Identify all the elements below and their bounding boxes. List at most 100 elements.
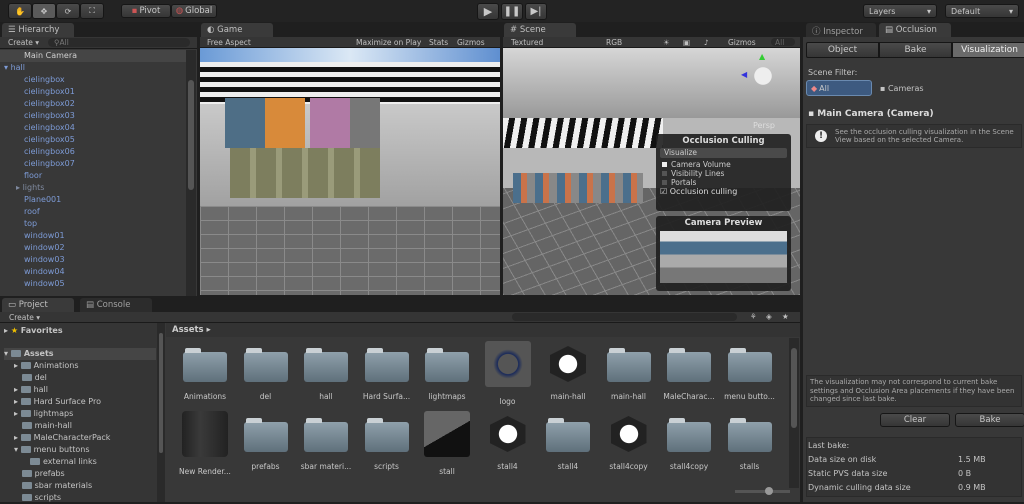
tab-occlusion[interactable]: ▤ Occlusion — [879, 23, 951, 37]
scene-viewport[interactable]: ▲ ◀ Persp Occlusion Culling Visualize Cam… — [503, 48, 800, 295]
hierarchy-item[interactable]: window04 — [0, 266, 186, 278]
bake-button[interactable]: Bake — [955, 413, 1024, 427]
hierarchy-item[interactable]: cielingbox04 — [0, 122, 186, 134]
tab-inspector[interactable]: ⓘ Inspector — [806, 23, 876, 37]
hand-tool-button[interactable]: ✋ — [8, 3, 32, 19]
layers-dropdown[interactable]: Layers ▾ — [863, 4, 937, 18]
project-tree-item[interactable]: ▸ lightmaps — [14, 408, 73, 420]
hierarchy-item[interactable]: ▾ hall — [0, 62, 186, 74]
asset-item[interactable]: Animations — [177, 346, 233, 401]
asset-item[interactable]: menu butto... — [722, 346, 778, 401]
assets-breadcrumb[interactable]: Assets ▸ — [166, 323, 800, 337]
aspect-dropdown[interactable]: Free Aspect — [207, 38, 251, 47]
tab-hierarchy[interactable]: ☰ Hierarchy — [2, 23, 74, 37]
create-button[interactable]: Create — [8, 38, 33, 47]
persp-label[interactable]: Persp — [753, 121, 775, 130]
audio-toggle-icon[interactable]: ♪ — [704, 38, 709, 47]
asset-item[interactable]: prefabs — [238, 416, 294, 471]
favorites-item[interactable]: ▸ ★ Favorites — [4, 325, 63, 337]
asset-item[interactable]: stall4 — [540, 416, 596, 471]
hierarchy-item[interactable]: window01 — [0, 230, 186, 242]
filter-label-icon[interactable]: ◈ — [766, 312, 772, 321]
project-tree-item[interactable]: del — [14, 372, 47, 384]
hierarchy-item[interactable]: Main Camera — [0, 50, 186, 62]
pause-button[interactable]: ❚❚ — [501, 3, 523, 20]
layout-dropdown[interactable]: Default ▾ — [945, 4, 1019, 18]
asset-item[interactable]: MaleCharac... — [661, 346, 717, 401]
tab-console[interactable]: ▤ Console — [80, 298, 152, 312]
asset-item[interactable]: stall4copy — [661, 416, 717, 471]
game-viewport[interactable] — [200, 48, 500, 295]
asset-item[interactable]: logo — [480, 341, 536, 406]
tab-scene[interactable]: # Scene — [504, 23, 576, 37]
visualize-dropdown[interactable]: Visualize — [660, 148, 787, 158]
occlusion-culling-checkbox[interactable]: ☑ Occlusion culling — [656, 187, 791, 196]
overlay-option-checkbox[interactable]: Visibility Lines — [656, 169, 791, 178]
global-toggle[interactable]: ◍ Global — [171, 4, 217, 18]
tab-project[interactable]: ▭ Project — [2, 298, 74, 312]
asset-item[interactable]: lightmaps — [419, 346, 475, 401]
filter-type-icon[interactable]: ⚘ — [750, 312, 757, 321]
project-search[interactable] — [512, 313, 737, 321]
shading-dropdown[interactable]: Textured — [511, 38, 543, 47]
hierarchy-item[interactable]: roof — [0, 206, 186, 218]
hierarchy-item[interactable]: top — [0, 218, 186, 230]
tab-game[interactable]: ◐ Game — [201, 23, 273, 37]
scene-gizmo-axes[interactable]: ▲ ◀ — [741, 52, 783, 96]
move-tool-button[interactable]: ✥ — [32, 3, 56, 19]
scene-gizmos-dropdown[interactable]: Gizmos — [728, 38, 756, 47]
hierarchy-scrollbar[interactable] — [186, 50, 196, 296]
asset-item[interactable]: main-hall — [540, 346, 596, 401]
favorite-icon[interactable]: ★ — [782, 312, 789, 321]
step-button[interactable]: ▶| — [525, 3, 547, 20]
hierarchy-item[interactable]: cielingbox01 — [0, 86, 186, 98]
project-tree-item[interactable]: prefabs — [14, 468, 65, 480]
project-tree-scrollbar[interactable] — [157, 323, 165, 502]
asset-item[interactable]: New Render... — [177, 411, 233, 476]
skybox-toggle-icon[interactable]: ▣ — [683, 38, 690, 47]
gizmos-dropdown[interactable]: Gizmos — [457, 38, 485, 47]
hierarchy-item[interactable]: ▸ lights — [0, 182, 186, 194]
hierarchy-item[interactable]: cielingbox05 — [0, 134, 186, 146]
assets-root-item[interactable]: ▾ Assets — [4, 348, 156, 360]
project-tree-item[interactable]: sbar materials — [14, 480, 92, 492]
filter-cameras-button[interactable]: ▪ Cameras — [880, 84, 924, 93]
maximize-on-play-toggle[interactable]: Maximize on Play — [356, 38, 421, 47]
overlay-option-checkbox[interactable]: Portals — [656, 178, 791, 187]
scale-tool-button[interactable]: ⛶ — [80, 3, 104, 19]
asset-item[interactable]: hall — [298, 346, 354, 401]
project-create-button[interactable]: Create — [9, 313, 34, 322]
hierarchy-item[interactable]: cielingbox — [0, 74, 186, 86]
clear-button[interactable]: Clear — [880, 413, 950, 427]
asset-item[interactable]: main-hall — [601, 346, 657, 401]
thumbnail-size-slider[interactable] — [735, 487, 790, 495]
hierarchy-item[interactable]: window03 — [0, 254, 186, 266]
subtab-visualization[interactable]: Visualization — [952, 42, 1024, 58]
asset-item[interactable]: sbar materi... — [298, 416, 354, 471]
asset-item[interactable]: stall4copy — [601, 416, 657, 471]
asset-item[interactable]: stall4 — [480, 416, 536, 471]
play-button[interactable]: ▶ — [477, 3, 499, 20]
hierarchy-search[interactable]: ⚲All — [48, 38, 190, 47]
hierarchy-item[interactable]: window05 — [0, 278, 186, 290]
asset-grid-scrollbar[interactable] — [789, 338, 799, 488]
stats-toggle[interactable]: Stats — [429, 38, 448, 47]
rotate-tool-button[interactable]: ⟳ — [56, 3, 80, 19]
subtab-object[interactable]: Object — [806, 42, 879, 58]
hierarchy-item[interactable]: cielingbox07 — [0, 158, 186, 170]
filter-all-button[interactable]: ◆ All — [806, 80, 872, 96]
hierarchy-item[interactable]: cielingbox06 — [0, 146, 186, 158]
project-tree-item[interactable]: ▸ hall — [14, 384, 48, 396]
hierarchy-item[interactable]: floor — [0, 170, 186, 182]
overlay-option-checkbox[interactable]: Camera Volume — [656, 160, 791, 169]
project-tree-item[interactable]: ▾ menu buttons — [14, 444, 90, 456]
hierarchy-item[interactable]: cielingbox03 — [0, 110, 186, 122]
project-tree-item[interactable]: ▸ MaleCharacterPack — [14, 432, 110, 444]
project-tree-item[interactable]: main-hall — [14, 420, 72, 432]
project-tree-item[interactable]: ▸ Animations — [14, 360, 79, 372]
render-mode-dropdown[interactable]: RGB — [606, 38, 622, 47]
hierarchy-item[interactable]: window02 — [0, 242, 186, 254]
asset-item[interactable]: stall — [419, 411, 475, 476]
asset-item[interactable]: Hard Surfa... — [359, 346, 415, 401]
asset-item[interactable]: scripts — [359, 416, 415, 471]
